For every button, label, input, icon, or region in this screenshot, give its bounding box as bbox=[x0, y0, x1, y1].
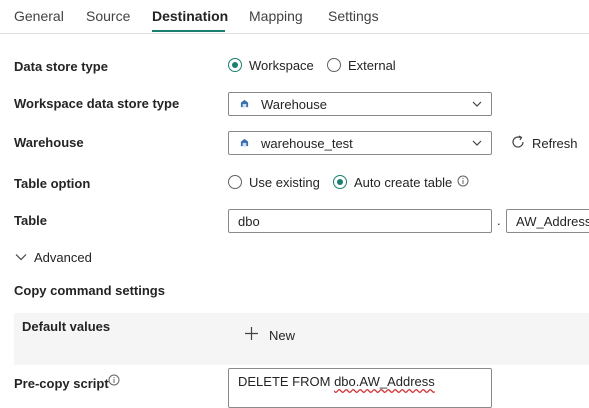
tab-mapping[interactable]: Mapping bbox=[249, 8, 303, 24]
auto-create-table-radio-label[interactable]: Auto create table bbox=[354, 175, 452, 190]
tab-source[interactable]: Source bbox=[86, 8, 130, 24]
copy-command-settings-label: Copy command settings bbox=[14, 283, 165, 298]
table-name-input[interactable]: AW_Address bbox=[506, 209, 589, 233]
table-label: Table bbox=[14, 213, 47, 228]
workspace-data-store-type-dropdown[interactable]: Warehouse bbox=[228, 92, 492, 116]
pre-copy-script-prefix: DELETE FROM bbox=[238, 374, 335, 389]
workspace-data-store-type-label: Workspace data store type bbox=[14, 96, 180, 111]
pre-copy-script-textarea[interactable]: DELETE FROM dbo.AW_Address bbox=[228, 368, 492, 408]
new-label: New bbox=[269, 328, 296, 343]
workspace-radio[interactable] bbox=[228, 58, 242, 72]
table-schema-value: dbo bbox=[238, 214, 260, 229]
table-name-value: AW_Address bbox=[516, 214, 589, 229]
warehouse-value: warehouse_test bbox=[261, 136, 353, 151]
use-existing-radio-label[interactable]: Use existing bbox=[249, 175, 320, 190]
tab-general[interactable]: General bbox=[14, 8, 64, 24]
pre-copy-script-table-ref: dbo.AW_Address bbox=[334, 374, 435, 389]
tab-divider bbox=[0, 33, 589, 34]
data-store-type-label: Data store type bbox=[14, 59, 108, 74]
default-values-label: Default values bbox=[22, 319, 111, 334]
warehouse-dropdown[interactable]: warehouse_test bbox=[228, 131, 492, 155]
active-tab-indicator bbox=[152, 30, 225, 32]
pre-copy-script-label: Pre-copy script bbox=[14, 376, 109, 391]
plus-icon bbox=[245, 327, 258, 340]
refresh-label: Refresh bbox=[532, 136, 578, 151]
use-existing-radio[interactable] bbox=[228, 175, 242, 189]
chevron-down-icon bbox=[15, 254, 27, 261]
external-radio[interactable] bbox=[327, 58, 341, 72]
tab-settings[interactable]: Settings bbox=[328, 8, 379, 24]
warehouse-icon bbox=[240, 99, 249, 108]
advanced-label: Advanced bbox=[34, 250, 92, 265]
table-separator: . bbox=[497, 213, 501, 228]
tab-destination[interactable]: Destination bbox=[152, 8, 228, 24]
pre-copy-script-value: DELETE FROM dbo.AW_Address bbox=[238, 374, 435, 389]
external-radio-label[interactable]: External bbox=[348, 58, 396, 73]
warehouse-label: Warehouse bbox=[14, 135, 84, 150]
workspace-data-store-type-value: Warehouse bbox=[261, 97, 327, 112]
auto-create-table-radio[interactable] bbox=[333, 175, 347, 189]
chevron-down-icon bbox=[472, 140, 482, 146]
workspace-radio-label[interactable]: Workspace bbox=[249, 58, 314, 73]
table-option-label: Table option bbox=[14, 176, 91, 191]
info-icon[interactable] bbox=[457, 175, 469, 187]
info-icon[interactable] bbox=[108, 374, 120, 386]
table-schema-input[interactable]: dbo bbox=[228, 209, 492, 233]
refresh-icon bbox=[512, 135, 524, 148]
warehouse-icon bbox=[240, 138, 249, 147]
chevron-down-icon bbox=[472, 101, 482, 107]
